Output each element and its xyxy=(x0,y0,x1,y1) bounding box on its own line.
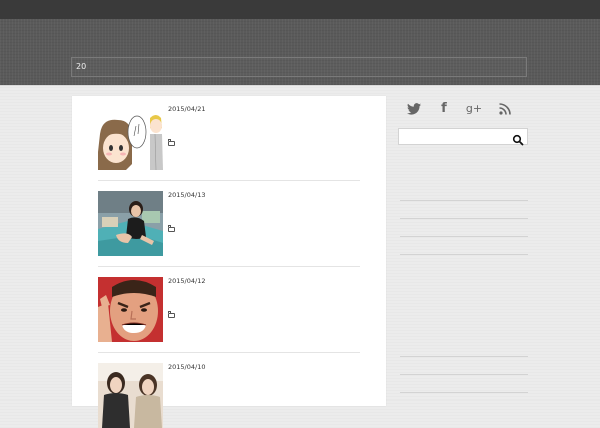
top-bar xyxy=(0,0,600,19)
post-date: 2015/04/12 xyxy=(168,277,206,285)
post-separator xyxy=(98,266,360,267)
post-date: 2015/04/13 xyxy=(168,191,206,199)
folder-icon[interactable] xyxy=(168,311,175,318)
post-item[interactable]: 2015/04/13 xyxy=(98,191,360,276)
sidebar-divider xyxy=(400,356,528,357)
post-thumbnail[interactable] xyxy=(98,191,163,256)
search-icon[interactable] xyxy=(512,131,524,146)
site-title[interactable]: 20 xyxy=(71,57,527,77)
folder-icon[interactable] xyxy=(168,139,175,146)
post-list: 2015/04/21 2015/04/13 2015/04/12 2015/04… xyxy=(72,96,386,428)
post-item[interactable]: 2015/04/12 xyxy=(98,277,360,362)
post-thumbnail[interactable] xyxy=(98,277,163,342)
post-thumbnail[interactable] xyxy=(98,363,163,428)
sidebar-divider xyxy=(400,392,528,393)
post-item[interactable]: 2015/04/10 xyxy=(98,363,360,428)
sidebar-divider xyxy=(400,218,528,219)
post-date: 2015/04/21 xyxy=(168,105,206,113)
sidebar-divider xyxy=(400,236,528,237)
folder-icon[interactable] xyxy=(168,225,175,232)
post-separator xyxy=(98,352,360,353)
post-separator xyxy=(98,180,360,181)
post-date: 2015/04/10 xyxy=(168,363,206,371)
site-header: 20 xyxy=(0,19,600,86)
sidebar-divider xyxy=(400,200,528,201)
sidebar-divider xyxy=(400,374,528,375)
facebook-icon[interactable]: f xyxy=(434,101,454,117)
google-plus-icon[interactable]: g+ xyxy=(464,101,484,117)
sidebar-divider xyxy=(400,254,528,255)
search-form xyxy=(398,128,528,146)
post-item[interactable]: 2015/04/21 xyxy=(98,105,360,190)
rss-icon[interactable] xyxy=(495,101,515,117)
twitter-icon[interactable] xyxy=(404,101,424,117)
post-thumbnail[interactable] xyxy=(98,112,163,170)
search-input[interactable] xyxy=(399,129,507,144)
